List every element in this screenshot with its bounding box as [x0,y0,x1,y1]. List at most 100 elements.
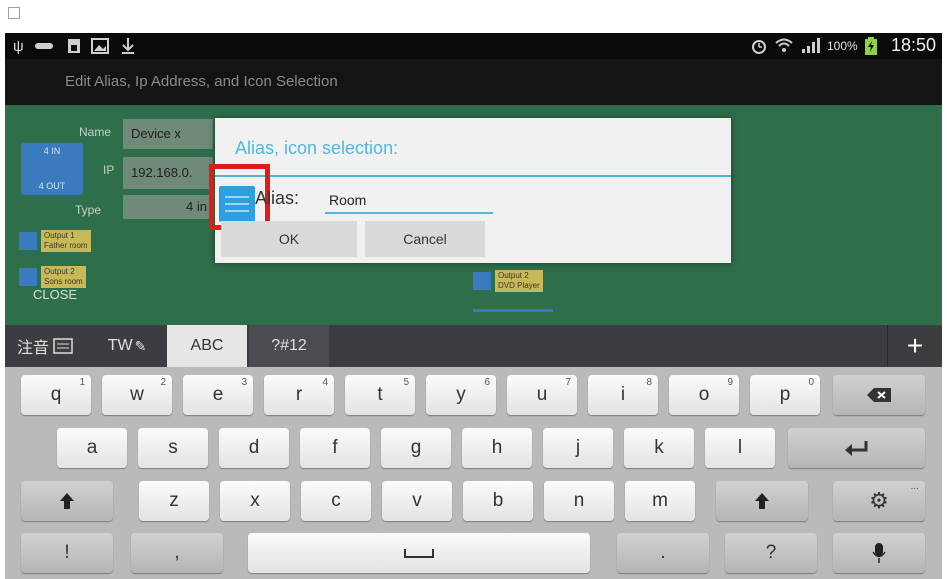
key-label: c [331,490,341,511]
status-bar: ψ 100% 18:50 [5,33,942,59]
key-i[interactable]: i8 [588,375,658,415]
key-m[interactable]: m [625,481,695,521]
keyboard-icon [53,338,73,354]
sim-icon [67,37,81,55]
key-v[interactable]: v [382,481,452,521]
key-label: x [250,490,260,511]
key-label: b [492,490,504,511]
shift-key-right[interactable] [716,481,808,521]
dialog-divider [215,175,731,177]
comma-key[interactable]: , [131,533,223,573]
key-number-hint: 8 [646,377,652,388]
key-d[interactable]: d [219,428,289,468]
backspace-key[interactable] [833,375,925,415]
enter-icon [844,441,867,456]
battery-percentage: 100% [827,39,858,53]
period-key[interactable]: . [617,533,709,573]
key-label: e [212,384,224,405]
voicemail-icon [35,37,53,55]
tab-abc[interactable]: ABC [167,325,247,367]
close-button[interactable]: CLOSE [33,287,77,302]
shift-icon [60,493,74,509]
key-label: y [456,384,466,405]
space-key[interactable] [248,533,590,573]
tab-tw-label: TW [107,337,133,354]
tab-tw[interactable]: TW ✎ [89,325,165,367]
key-l[interactable]: l [705,428,775,468]
keyboard-mode-bar: 注音 TW ✎ ABC ?#12 + [5,325,942,367]
gear-icon: ⚙ [869,488,889,513]
key-g[interactable]: g [381,428,451,468]
settings-key[interactable]: ⚙ ... [833,481,925,521]
key-a[interactable]: a [57,428,127,468]
key-label: q [50,384,62,405]
key-number-hint: 2 [160,377,166,388]
tab-symbols[interactable]: ?#12 [249,325,329,367]
type-value: 4 in [186,199,207,214]
usb-icon: ψ [13,37,24,55]
output-icon [473,272,491,290]
key-h[interactable]: h [462,428,532,468]
output-icon [19,268,37,286]
key-w[interactable]: w2 [102,375,172,415]
backspace-icon [867,388,891,402]
key-number-hint: 6 [484,377,490,388]
name-field[interactable]: Device x [123,119,213,149]
name-value: Device x [131,126,181,141]
key-t[interactable]: t5 [345,375,415,415]
key-label: i [620,384,626,405]
question-key[interactable]: ? [725,533,817,573]
key-j[interactable]: j [543,428,613,468]
microphone-icon [872,543,886,563]
exclamation-key[interactable]: ! [21,533,113,573]
key-k[interactable]: k [624,428,694,468]
action-bar-title: Edit Alias, Ip Address, and Icon Selecti… [65,73,338,90]
output-chip-text: Output 1 Father room [41,230,91,252]
output-chip-text: Output 2 Sons room [41,266,86,288]
add-button[interactable]: + [887,325,942,367]
key-n[interactable]: n [544,481,614,521]
key-p[interactable]: p0 [750,375,820,415]
page-checkbox[interactable] [8,7,20,19]
output-chip[interactable]: Output 2 Sons room [19,265,86,289]
type-field[interactable]: 4 in [123,195,213,219]
key-e[interactable]: e3 [183,375,253,415]
key-label: k [654,437,664,458]
key-number-hint: 3 [241,377,247,388]
key-label: p [779,384,791,405]
key-o[interactable]: o9 [669,375,739,415]
key-label: f [332,437,338,458]
device-icon[interactable]: 4 IN 4 OUT [21,143,83,195]
device-icon-bottom-label: 4 OUT [38,181,66,191]
key-f[interactable]: f [300,428,370,468]
alias-input[interactable] [325,188,493,214]
key-u[interactable]: u7 [507,375,577,415]
enter-key[interactable] [788,428,925,468]
key-q[interactable]: q1 [21,375,91,415]
battery-icon [865,37,877,55]
image-icon [91,37,109,55]
ip-field[interactable]: 192.168.0. [123,157,213,189]
shift-key-left[interactable] [21,481,113,521]
clock-time: 18:50 [890,35,936,55]
ip-value: 192.168.0. [131,165,193,180]
device-icon-top-label: 4 IN [43,146,61,156]
key-number-hint: 1 [79,377,85,388]
cancel-button[interactable]: Cancel [365,221,485,257]
key-b[interactable]: b [463,481,533,521]
key-x[interactable]: x [220,481,290,521]
voice-input-key[interactable] [833,533,925,573]
key-z[interactable]: z [139,481,209,521]
tab-zhuyin[interactable]: 注音 [5,325,85,367]
ip-label: IP [103,163,115,177]
key-label: j [575,437,581,458]
ok-button[interactable]: OK [221,221,357,257]
output-underline [473,309,553,312]
key-y[interactable]: y6 [426,375,496,415]
output-chip[interactable]: Output 2 DVD Player [473,269,543,293]
output-chip[interactable]: Output 1 Father room [19,229,91,253]
key-r[interactable]: r4 [264,375,334,415]
key-c[interactable]: c [301,481,371,521]
key-label: o [698,384,710,405]
key-s[interactable]: s [138,428,208,468]
